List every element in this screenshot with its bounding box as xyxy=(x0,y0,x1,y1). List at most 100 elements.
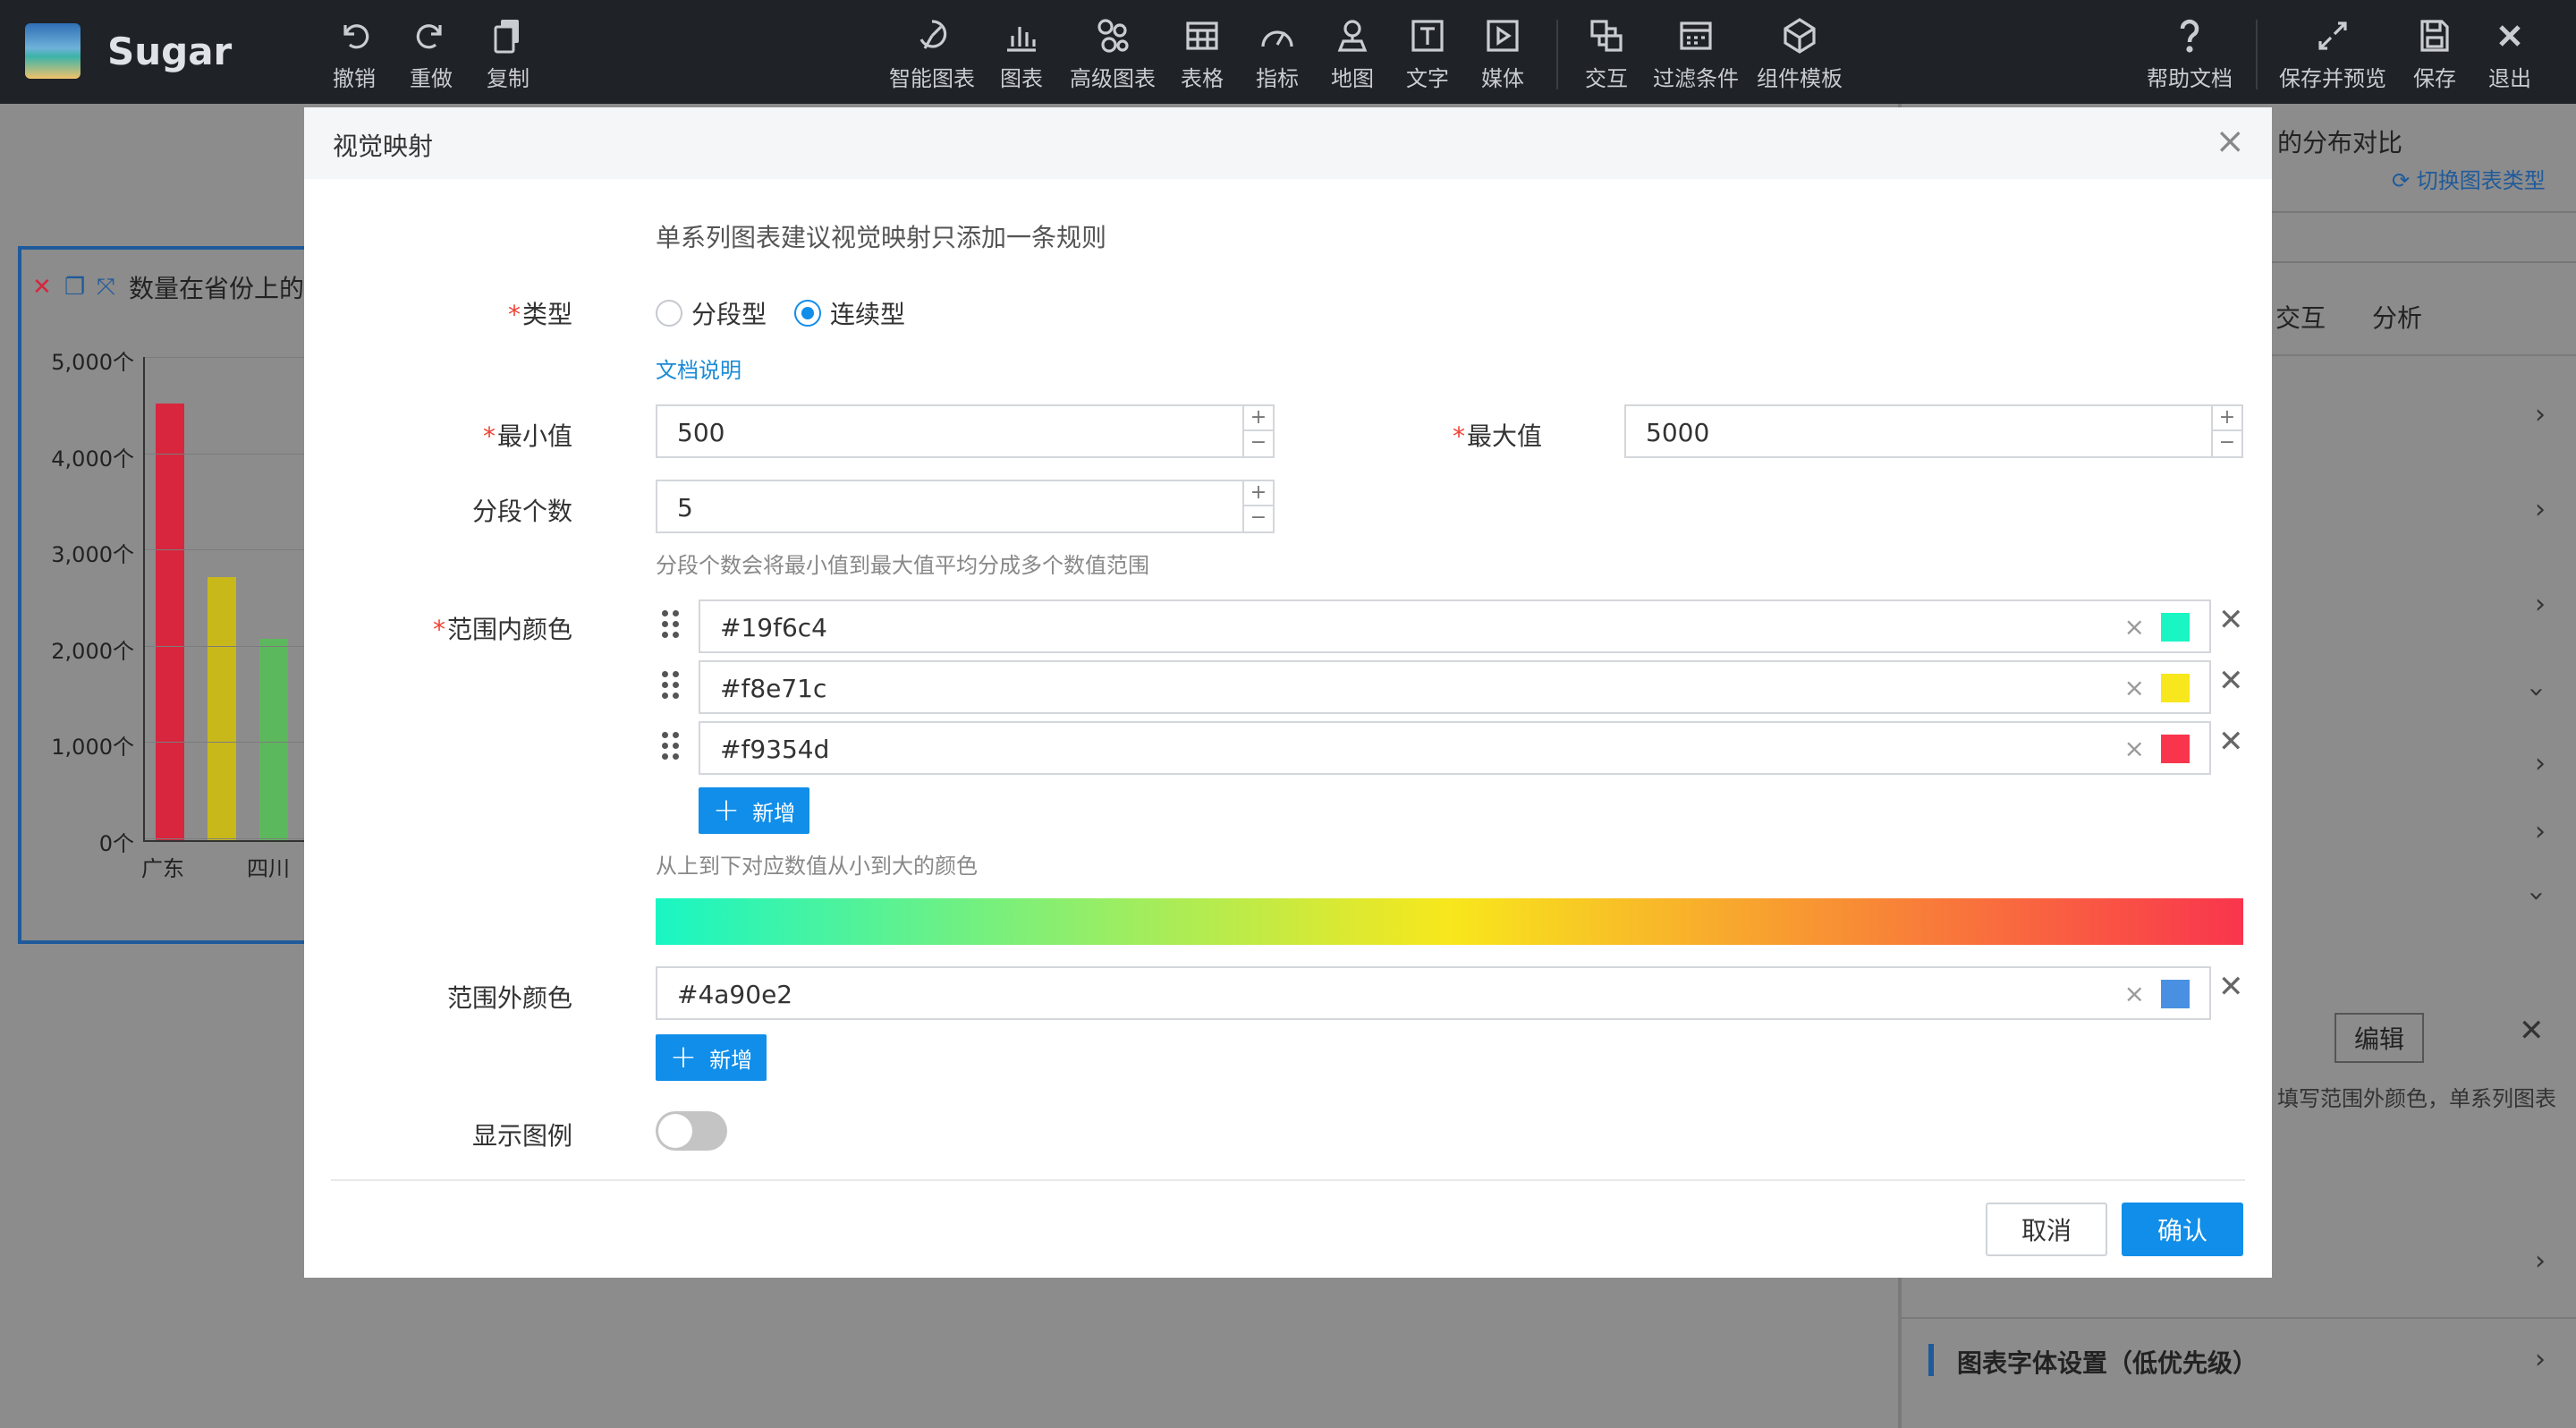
remove-color-icon[interactable]: ✕ xyxy=(2218,605,2244,635)
clear-icon[interactable]: × xyxy=(2124,979,2145,1008)
panel-tab-analysis[interactable]: 分析 xyxy=(2372,299,2422,335)
gridline xyxy=(145,549,315,551)
undo-button[interactable]: 撤销 xyxy=(333,16,376,92)
decrement-icon: − xyxy=(2218,431,2236,454)
y-tick-label: 2,000个 xyxy=(51,638,134,664)
chart-card[interactable]: ✕ ❐ ⤧ 数量在省份上的 广东 四川 5,000个 4,000个 3,000个 2,… xyxy=(18,246,315,944)
plus-icon: + xyxy=(712,792,741,829)
bar-series xyxy=(145,357,315,840)
clear-icon[interactable]: × xyxy=(2124,734,2145,763)
chevron-right-icon[interactable]: › xyxy=(2535,816,2546,847)
exit-button[interactable]: 退出 xyxy=(2488,16,2531,92)
toolbar-divider xyxy=(1556,20,1558,89)
max-value-input[interactable]: 5000 + − xyxy=(1624,404,2243,458)
divider xyxy=(1902,1317,2576,1319)
segment-count-label: 分段个数 xyxy=(471,497,572,526)
redo-icon xyxy=(416,24,442,49)
drag-handle-icon[interactable] xyxy=(662,671,682,701)
color-gradient-preview xyxy=(656,898,2243,945)
remove-out-range-color-icon[interactable]: ✕ xyxy=(2218,972,2244,1002)
chevron-right-icon[interactable]: › xyxy=(2535,399,2546,430)
chevron-down-icon[interactable]: › xyxy=(2521,687,2553,698)
color-swatch[interactable] xyxy=(2161,674,2190,702)
help-icon xyxy=(2180,19,2199,53)
chevron-right-icon[interactable]: › xyxy=(2535,1344,2546,1375)
single-series-notice: 单系列图表建议视觉映射只添加一条规则 xyxy=(656,223,1107,252)
remove-color-icon[interactable]: ✕ xyxy=(2218,727,2244,757)
gridline xyxy=(145,742,315,744)
chevron-right-icon[interactable]: › xyxy=(2535,748,2546,779)
in-range-color-input[interactable]: #f9354d × xyxy=(699,721,2211,775)
duplicate-icon[interactable]: ❐ xyxy=(64,276,85,299)
in-range-color-input[interactable]: #19f6c4 × xyxy=(699,599,2211,653)
cancel-button[interactable]: 取消 xyxy=(1986,1203,2107,1256)
add-in-range-color-button[interactable]: + 新增 xyxy=(699,787,809,834)
drag-handle-icon[interactable] xyxy=(662,610,682,641)
template-icon xyxy=(1784,18,1816,54)
filter-button[interactable]: 过滤条件 xyxy=(1653,16,1739,92)
save-preview-button[interactable]: 保存并预览 xyxy=(2279,16,2386,92)
template-button[interactable]: 组件模板 xyxy=(1757,16,1843,92)
decrement-icon: − xyxy=(1250,431,1267,454)
save-button[interactable]: 保存 xyxy=(2413,16,2456,92)
y-tick-label: 4,000个 xyxy=(51,446,134,472)
advanced-chart-button[interactable]: 高级图表 xyxy=(1070,16,1156,92)
chevron-down-icon[interactable]: › xyxy=(2521,891,2553,902)
save-icon xyxy=(2420,20,2449,52)
delete-icon[interactable]: ✕ xyxy=(32,276,52,299)
dialog-close-icon[interactable]: × xyxy=(2215,123,2245,159)
add-out-range-color-button[interactable]: + 新增 xyxy=(656,1034,767,1081)
help-doc-button[interactable]: 帮助文档 xyxy=(2147,16,2233,92)
clear-icon[interactable]: × xyxy=(2124,673,2145,702)
in-range-color-input[interactable]: #f8e71c × xyxy=(699,660,2211,714)
smart-chart-button[interactable]: 智能图表 xyxy=(889,16,975,92)
chevron-right-icon[interactable]: › xyxy=(2535,589,2546,620)
color-swatch[interactable] xyxy=(2161,735,2190,763)
interaction-button[interactable]: 交互 xyxy=(1585,16,1628,92)
font-settings-section[interactable]: 图表字体设置（低优先级） xyxy=(1957,1344,2258,1380)
indicator-button[interactable]: 指标 xyxy=(1256,16,1299,92)
chevron-right-icon[interactable]: › xyxy=(2535,1245,2546,1277)
redo-button[interactable]: 重做 xyxy=(410,16,453,92)
color-swatch[interactable] xyxy=(2161,613,2190,642)
bar-chart-icon xyxy=(1007,27,1036,52)
number-stepper[interactable]: + − xyxy=(1242,481,1273,531)
min-value-input[interactable]: 500 + − xyxy=(656,404,1275,458)
show-legend-label: 显示图例 xyxy=(471,1121,572,1151)
doc-link[interactable]: 文档说明 xyxy=(656,353,741,384)
x-tick-label: 广东 xyxy=(141,856,184,881)
drag-handle-icon[interactable] xyxy=(662,732,682,762)
brand[interactable]: Sugar xyxy=(25,23,232,79)
number-stepper[interactable]: + − xyxy=(1242,406,1273,456)
fullscreen-icon[interactable]: ⤧ xyxy=(97,276,116,299)
edit-button[interactable]: 编辑 xyxy=(2334,1013,2424,1063)
confirm-button[interactable]: 确认 xyxy=(2122,1203,2243,1256)
radio-segmented[interactable]: 分段型 xyxy=(656,295,767,331)
panel-tab-interaction[interactable]: 交互 xyxy=(2275,299,2326,335)
text-button[interactable]: 文字 xyxy=(1406,16,1449,92)
segment-count-input[interactable]: 5 + − xyxy=(656,480,1275,533)
map-pin-icon xyxy=(1337,20,1368,52)
show-legend-toggle[interactable] xyxy=(656,1111,727,1151)
bar[interactable] xyxy=(259,639,288,840)
chart-card-header: ✕ ❐ ⤧ 数量在省份上的 xyxy=(32,269,304,305)
media-button[interactable]: 媒体 xyxy=(1481,16,1524,92)
number-stepper[interactable]: + − xyxy=(2211,406,2241,456)
map-button[interactable]: 地图 xyxy=(1331,16,1374,92)
chevron-right-icon[interactable]: › xyxy=(2535,494,2546,525)
remove-icon[interactable]: ✕ xyxy=(2519,1013,2545,1049)
switch-chart-link[interactable]: ⟳ 切换图表类型 xyxy=(2392,163,2546,194)
remove-color-icon[interactable]: ✕ xyxy=(2218,666,2244,696)
radio-continuous[interactable]: 连续型 xyxy=(794,295,905,331)
bar[interactable] xyxy=(156,403,184,840)
color-swatch[interactable] xyxy=(2161,980,2190,1008)
chart-button[interactable]: 图表 xyxy=(1000,16,1043,92)
x-tick-label: 四川 xyxy=(247,856,290,881)
visual-mapping-dialog: 视觉映射 × 单系列图表建议视觉映射只添加一条规则 *类型 分段型 连续型 文档… xyxy=(304,107,2272,1278)
clear-icon[interactable]: × xyxy=(2124,612,2145,642)
table-button[interactable]: 表格 xyxy=(1181,16,1224,92)
bar[interactable] xyxy=(208,577,236,840)
copy-button[interactable]: 复制 xyxy=(487,16,530,92)
panel-search-input[interactable] xyxy=(2259,211,2576,263)
out-range-color-input[interactable]: #4a90e2 × xyxy=(656,966,2211,1020)
